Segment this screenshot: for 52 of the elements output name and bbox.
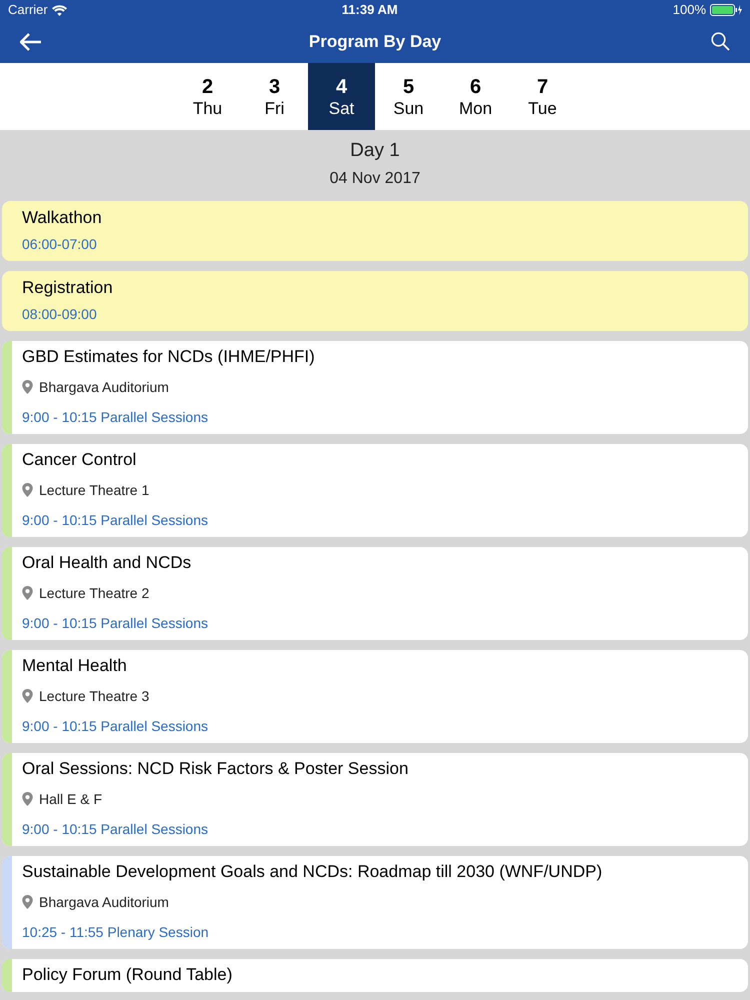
event-title: GBD Estimates for NCDs (IHME/PHFI) xyxy=(22,347,315,367)
event-time: 9:00 - 10:15 Parallel Sessions xyxy=(22,614,208,633)
battery-percent: 100% xyxy=(672,1,706,20)
event-card[interactable]: Walkathon 06:00-07:00 xyxy=(2,201,748,261)
event-card[interactable]: Oral Health and NCDs Lecture Theatre 2 9:00 - 10:15 Parallel Sessions xyxy=(2,547,748,640)
location-pin-icon xyxy=(22,792,33,806)
day-tab[interactable]: 2 Thu xyxy=(174,63,241,130)
location-pin-icon xyxy=(22,586,33,600)
status-time: 11:39 AM xyxy=(342,1,398,20)
wifi-icon xyxy=(52,4,67,16)
event-card[interactable]: Cancer Control Lecture Theatre 1 9:00 - 10:15 Parallel Sessions xyxy=(2,444,748,537)
event-title: Registration xyxy=(22,278,114,298)
day-date: 04 Nov 2017 xyxy=(330,169,420,189)
event-time: 9:00 - 10:15 Parallel Sessions xyxy=(22,511,208,530)
event-title: Policy Forum (Round Table) xyxy=(22,965,232,985)
event-card[interactable]: Registration 08:00-09:00 xyxy=(2,271,748,331)
event-location: Hall E & F xyxy=(39,790,102,809)
event-card[interactable]: Oral Sessions: NCD Risk Factors & Poster Session Hall E & F 9:00 - 10:15 Parallel Sessions xyxy=(2,753,748,846)
screen-title: Program By Day xyxy=(308,30,442,53)
event-title: Cancer Control xyxy=(22,450,138,470)
carrier-label: Carrier xyxy=(8,1,48,20)
battery-icon xyxy=(710,4,742,16)
day-tab[interactable]: 6 Mon xyxy=(442,63,509,130)
location-pin-icon xyxy=(22,689,33,703)
event-title: Oral Health and NCDs xyxy=(22,553,192,573)
event-time: 06:00-07:00 xyxy=(22,235,98,254)
location-pin-icon xyxy=(22,483,33,497)
event-title: Sustainable Development Goals and NCDs: Roadmap till 2030 (WNF/UNDP) xyxy=(22,862,602,882)
event-location: Lecture Theatre 2 xyxy=(39,584,150,603)
location-pin-icon xyxy=(22,895,33,909)
event-card[interactable]: Policy Forum (Round Table) xyxy=(2,959,748,992)
event-time: 9:00 - 10:15 Parallel Sessions xyxy=(22,717,208,736)
event-time: 9:00 - 10:15 Parallel Sessions xyxy=(22,820,209,839)
event-title: Mental Health xyxy=(22,656,128,676)
day-tab[interactable]: 3 Fri xyxy=(241,63,308,130)
day-title: Day 1 xyxy=(350,139,400,163)
event-card[interactable]: Mental Health Lecture Theatre 3 9:00 - 10:15 Parallel Sessions xyxy=(2,650,748,743)
event-card[interactable]: Sustainable Development Goals and NCDs: Roadmap till 2030 (WNF/UNDP) Bhargava Auditorium 10:25 - 11:55 Plenary Session xyxy=(2,856,748,949)
event-time: 9:00 - 10:15 Parallel Sessions xyxy=(22,408,209,427)
event-title: Oral Sessions: NCD Risk Factors & Poster Session xyxy=(22,759,408,779)
location-pin-icon xyxy=(22,380,33,394)
event-time: 08:00-09:00 xyxy=(22,305,98,324)
event-location: Lecture Theatre 1 xyxy=(39,481,150,500)
event-location: Lecture Theatre 3 xyxy=(39,687,150,706)
day-tab[interactable]: 4 Sat xyxy=(308,63,375,130)
event-location: Bhargava Auditorium xyxy=(39,893,169,912)
event-card[interactable]: GBD Estimates for NCDs (IHME/PHFI) Bhargava Auditorium 9:00 - 10:15 Parallel Sessions xyxy=(2,341,748,434)
event-location: Bhargava Auditorium xyxy=(39,378,169,397)
day-tab[interactable]: 7 Tue xyxy=(509,63,576,130)
day-tab[interactable]: 5 Sun xyxy=(375,63,442,130)
event-time: 10:25 - 11:55 Plenary Session xyxy=(22,923,210,942)
event-title: Walkathon xyxy=(22,208,103,228)
